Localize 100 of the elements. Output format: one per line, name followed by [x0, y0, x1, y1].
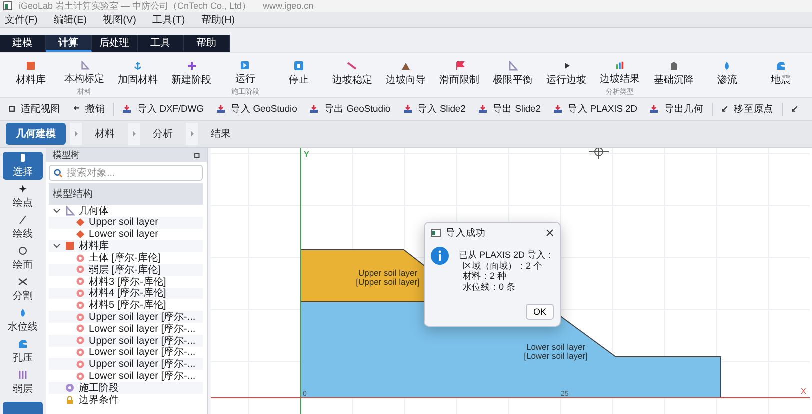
- dialog-message-line: 区域（面域）：2 个: [462, 260, 544, 271]
- lock-icon: [65, 394, 75, 405]
- dialog-message-line: 水位线：0 条: [462, 282, 517, 292]
- toolbar-button[interactable]: 移至原点: [734, 102, 774, 116]
- menu-item[interactable]: 工具(T): [152, 12, 186, 26]
- scissors-icon: [18, 277, 28, 287]
- download-icon: [552, 104, 563, 114]
- download-icon: [309, 104, 320, 114]
- hill-icon: [400, 61, 411, 71]
- window-icon: [431, 228, 441, 238]
- ribbon-button[interactable]: 极限平衡: [493, 73, 534, 87]
- toolbar-button[interactable]: 导出 GeoStudio: [324, 102, 391, 116]
- tool-button[interactable]: 绘面: [3, 245, 43, 273]
- window-url: www.igeo.cn: [263, 1, 314, 11]
- ribbon-button[interactable]: 边坡结果: [600, 72, 640, 86]
- ribbon-button[interactable]: 边坡稳定: [332, 73, 372, 87]
- tool-button[interactable]: 选择: [3, 152, 43, 180]
- ribbon-button[interactable]: 地震: [770, 73, 791, 87]
- tree-header: 模型结构: [49, 183, 203, 205]
- ribbon-button[interactable]: 边坡向导: [386, 73, 426, 87]
- toolbar-button[interactable]: 适配视图: [21, 102, 61, 116]
- menu-item[interactable]: 帮助(H): [201, 12, 236, 26]
- play-icon: [240, 61, 250, 70]
- tree-item-label[interactable]: 几何体: [79, 204, 109, 218]
- tree-item-label[interactable]: Lower soil layer [摩尔-...: [89, 345, 196, 360]
- tool-button[interactable]: 分割: [3, 276, 43, 304]
- ribbon-button[interactable]: 运行边坡: [546, 73, 587, 87]
- info-icon: [431, 247, 449, 265]
- download-icon: [122, 104, 132, 114]
- toolbar-button[interactable]: 导入 GeoStudio: [230, 102, 298, 116]
- building-icon: [668, 61, 679, 71]
- ribbon-button[interactable]: 基础沉降: [654, 73, 694, 87]
- circle-icon: [18, 246, 28, 256]
- download-icon: [216, 104, 226, 114]
- arrow-icon: [721, 105, 730, 113]
- ribbon-button[interactable]: 本构标定: [64, 72, 105, 86]
- slope-icon: [347, 61, 358, 71]
- download-icon: [402, 104, 413, 114]
- x-axis-label: X: [801, 387, 806, 396]
- workflow-step[interactable]: 结果: [202, 123, 240, 145]
- ribbon-button[interactable]: 加固材料: [118, 73, 158, 87]
- ribbon-button[interactable]: 停止: [288, 73, 309, 87]
- stop-icon: [294, 61, 304, 71]
- close-icon[interactable]: [546, 229, 554, 237]
- layer-name: Lower soil layer: [526, 342, 586, 352]
- ribbon-button[interactable]: 新建阶段: [172, 73, 212, 87]
- layer-name: Upper soil layer: [358, 268, 418, 278]
- droplet-icon: [18, 308, 28, 318]
- chevron-icon[interactable]: [53, 242, 61, 250]
- brick-icon: [26, 61, 36, 71]
- panel-title: 模型树: [53, 148, 80, 162]
- square-icon: [8, 105, 16, 113]
- tool-button[interactable]: 水位线: [3, 307, 43, 335]
- flag-icon: [454, 61, 464, 71]
- tree-item-label[interactable]: 材料5 [摩尔-库伦]: [89, 298, 166, 312]
- ribbon-button[interactable]: 渗流: [717, 73, 738, 87]
- bar-chart-icon: [615, 61, 626, 70]
- tool-button[interactable]: 绘点: [3, 183, 43, 211]
- toolbar-button[interactable]: 导入 DXF/DWG: [137, 102, 204, 116]
- toolbar-button[interactable]: 导入 PLAXIS 2D: [568, 102, 638, 116]
- chevron-icon: [74, 131, 78, 137]
- tree-item-label[interactable]: 材料3 [摩尔-库伦]: [89, 274, 166, 289]
- tree-item-label[interactable]: 土体 [摩尔-库伦]: [89, 251, 161, 266]
- ribbon-tab[interactable]: 计算: [46, 35, 92, 52]
- tree-item-label[interactable]: Lower soil layer: [89, 228, 158, 240]
- workflow-step[interactable]: 材料: [86, 123, 124, 145]
- tool-button[interactable]: 弱层: [3, 369, 43, 397]
- ok-button[interactable]: OK: [526, 304, 554, 320]
- toolbar-button[interactable]: 导出 Slide2: [492, 102, 541, 116]
- ribbon-button[interactable]: 运行: [235, 72, 256, 86]
- tree-item-label[interactable]: Lower soil layer [摩尔-...: [89, 369, 196, 384]
- plus-icon: [186, 61, 197, 71]
- download-icon: [649, 104, 660, 114]
- ribbon-button[interactable]: 滑面限制: [440, 73, 480, 87]
- triangle-ruler-icon: [80, 61, 90, 70]
- toolbar-button[interactable]: 撤销: [86, 102, 106, 116]
- restore-icon: [194, 152, 201, 158]
- menu-item[interactable]: 编辑(E): [54, 12, 88, 26]
- tree-item-label[interactable]: Lower soil layer [摩尔-...: [89, 322, 196, 336]
- tree-item-label[interactable]: 边界条件: [79, 392, 119, 407]
- search-icon: [54, 169, 63, 178]
- menu-item[interactable]: 视图(V): [103, 12, 136, 26]
- dialog-message-line: 已从 PLAXIS 2D 导入：: [459, 250, 555, 260]
- anchor-icon: [133, 61, 144, 71]
- arrow-icon: [790, 105, 799, 113]
- layer-material: [Lower soil layer]: [524, 351, 588, 361]
- chevron-icon: [132, 131, 136, 137]
- menu-item[interactable]: 文件(F): [5, 12, 38, 26]
- tool-button[interactable]: 绘线: [3, 214, 43, 242]
- brick-icon: [65, 241, 75, 252]
- tool-button[interactable]: 孔压: [3, 338, 43, 366]
- crosshair-icon: [588, 148, 610, 160]
- toolbar-button[interactable]: 导出几何: [664, 102, 704, 116]
- chevron-icon[interactable]: [53, 206, 61, 215]
- ribbon-button[interactable]: 材料库: [16, 73, 46, 87]
- toolbar-button[interactable]: 导入 Slide2: [418, 102, 466, 116]
- search-field[interactable]: 搜索对象...: [49, 165, 203, 181]
- workflow-step[interactable]: 几何建模: [6, 123, 66, 145]
- workflow-step[interactable]: 分析: [144, 123, 182, 145]
- dialog-message-line: 材料：2 种: [462, 271, 508, 282]
